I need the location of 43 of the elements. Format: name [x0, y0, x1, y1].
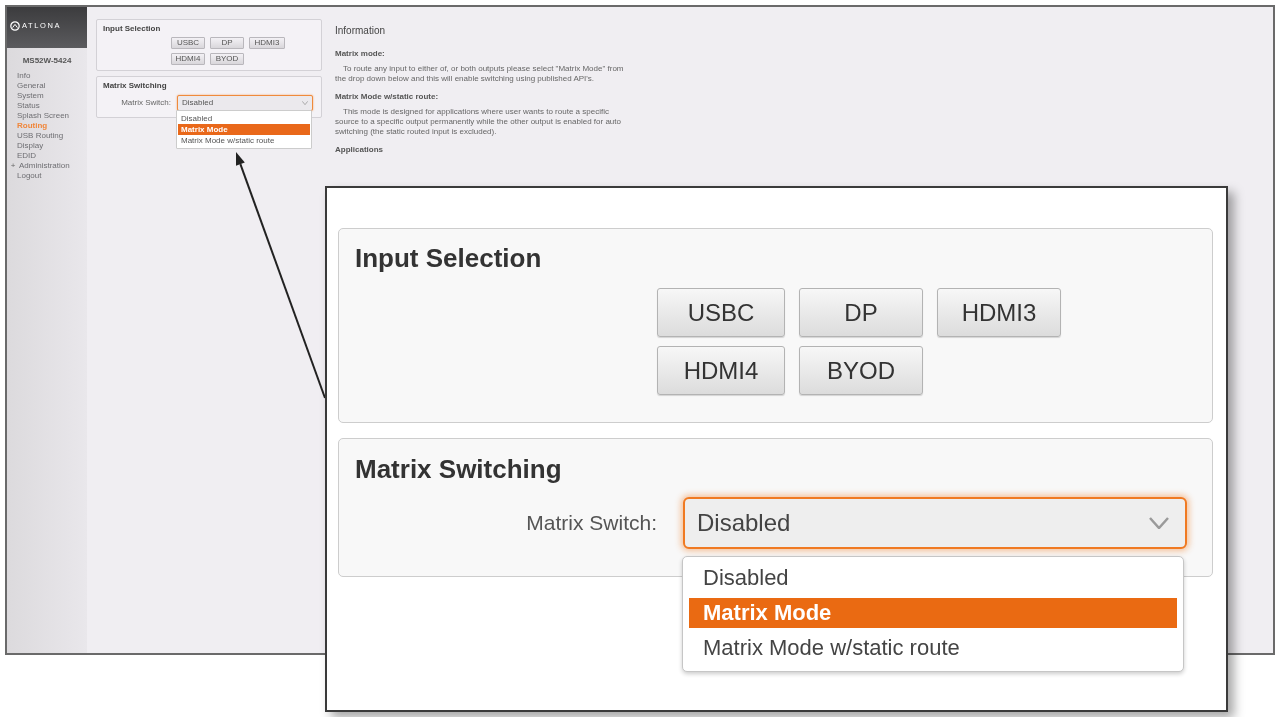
field-label: Matrix Switch:	[120, 98, 171, 108]
matrix-switch-select[interactable]: Disabled	[683, 497, 1187, 549]
info-paragraph: This mode is designed for applications where user wants to route a specific source to a specific output permanently while the other output is enabled for auto switching (the static routed input is excluded).	[335, 107, 622, 137]
dropdown-option[interactable]: Matrix Mode w/static route	[178, 135, 310, 146]
matrix-switch-select[interactable]: Disabled	[177, 95, 313, 111]
sidebar-item[interactable]: General	[17, 81, 46, 91]
sidebar-item[interactable]: Status	[17, 101, 40, 111]
input-button[interactable]: BYOD	[210, 53, 244, 65]
section-title: Information	[335, 25, 387, 37]
expand-toggle[interactable]: +	[9, 161, 17, 171]
sidebar-item[interactable]: Info	[17, 71, 31, 81]
sidebar-item[interactable]: Display	[17, 141, 44, 151]
info-heading: Matrix mode:	[335, 49, 386, 59]
sidebar-item[interactable]: Splash Screen	[17, 111, 70, 121]
dropdown-option[interactable]: Matrix Mode w/static route	[689, 633, 1177, 663]
logo-ring-icon	[10, 21, 20, 31]
info-paragraph: To route any input to either of, or both outputs please select "Matrix Mode" from the drop down below and this will enable switching using published API's.	[335, 64, 625, 84]
chevron-down-icon	[302, 101, 308, 105]
panel-title: Input Selection	[103, 24, 161, 34]
input-button[interactable]: HDMI3	[937, 288, 1061, 337]
input-button[interactable]: BYOD	[799, 346, 923, 395]
input-button[interactable]: USBC	[171, 37, 205, 49]
panel-title: Input Selection	[355, 243, 542, 273]
info-heading: Applications	[335, 145, 384, 155]
device-name: MS52W-5424	[22, 56, 72, 66]
sidebar-item[interactable]: System	[17, 91, 44, 101]
input-button[interactable]: HDMI4	[171, 53, 205, 65]
panel-title: Matrix Switching	[355, 454, 562, 484]
sidebar-item[interactable]: Logout	[17, 171, 42, 181]
sidebar-item[interactable]: USB Routing	[17, 131, 64, 141]
sidebar-item[interactable]: EDID	[17, 151, 37, 161]
dropdown-option[interactable]: Disabled	[689, 563, 1177, 593]
input-button[interactable]: DP	[210, 37, 244, 49]
info-heading: Matrix Mode w/static route:	[335, 92, 440, 102]
chevron-down-icon	[1149, 517, 1169, 529]
input-button[interactable]: USBC	[657, 288, 785, 337]
field-label: Matrix Switch:	[525, 510, 657, 536]
input-button[interactable]: HDMI3	[249, 37, 285, 49]
sidebar-item[interactable]: Administration	[19, 161, 70, 171]
dropdown-option[interactable]: Disabled	[178, 113, 310, 124]
input-button[interactable]: HDMI4	[657, 346, 785, 395]
input-button[interactable]: DP	[799, 288, 923, 337]
panel-title: Matrix Switching	[103, 81, 167, 91]
